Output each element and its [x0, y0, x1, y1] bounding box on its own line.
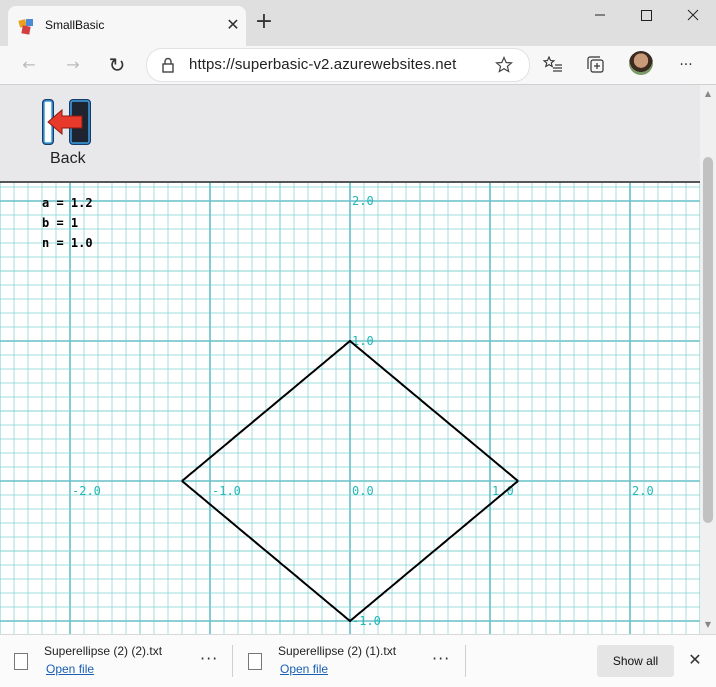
download-more-icon[interactable]: ···: [200, 649, 218, 668]
minimize-icon: [595, 14, 605, 16]
variable-line: a = 1.2: [42, 196, 93, 210]
download-more-icon[interactable]: ···: [432, 649, 450, 668]
browser-tab[interactable]: SmallBasic ✕: [8, 6, 246, 46]
app-toolbar: Back: [0, 85, 700, 183]
close-icon: [687, 9, 699, 21]
download-item[interactable]: Superellipse (2) (1).txt Open file ···: [234, 635, 464, 687]
divider: [232, 645, 233, 677]
download-file-name: Superellipse (2) (1).txt: [278, 644, 397, 658]
x-axis-label: -1.0: [212, 484, 241, 498]
new-tab-button[interactable]: +: [253, 11, 275, 34]
back-arrow-icon: [42, 99, 91, 145]
url-text[interactable]: https://superbasic-v2.azurewebsites.net: [189, 56, 456, 73]
tab-close-icon[interactable]: ✕: [224, 16, 242, 34]
x-axis-label: 2.0: [632, 484, 654, 498]
back-label: Back: [50, 150, 86, 167]
variable-readout: a = 1.2 b = 1 n = 1.0: [42, 196, 93, 250]
address-bar[interactable]: https://superbasic-v2.azurewebsites.net: [146, 48, 530, 82]
favorites-list-icon[interactable]: [543, 55, 563, 75]
show-all-button[interactable]: Show all: [597, 645, 674, 677]
graph-canvas: -2.0 -1.0 0.0 1.0 2.0 2.01.0-1.0 a = 1.2b = …: [0, 183, 700, 634]
file-icon: [248, 653, 262, 670]
lock-icon: [162, 57, 174, 73]
collections-icon[interactable]: [586, 55, 606, 75]
download-item[interactable]: Superellipse (2) (2).txt Open file ···: [0, 635, 230, 687]
file-icon: [14, 653, 28, 670]
maximize-icon: [641, 10, 652, 21]
refresh-icon[interactable]: ↻: [104, 52, 130, 78]
grid-lines: [0, 183, 700, 634]
scroll-thumb[interactable]: [703, 157, 713, 523]
close-window-button[interactable]: [670, 0, 716, 30]
navigation-bar: ← → ↻ https://superbasic-v2.azurewebsite…: [0, 46, 716, 85]
settings-more-icon[interactable]: ···: [673, 52, 699, 78]
page-scrollbar[interactable]: ▲ ▼: [700, 85, 716, 634]
divider: [465, 645, 466, 677]
close-downloads-icon[interactable]: ✕: [684, 649, 706, 671]
open-file-link[interactable]: Open file: [280, 662, 328, 676]
tab-title: SmallBasic: [45, 18, 105, 32]
y-axis-label: 2.0: [352, 194, 374, 208]
forward-nav-icon[interactable]: →: [60, 52, 86, 78]
favorite-star-icon[interactable]: [495, 56, 513, 74]
profile-avatar[interactable]: [629, 51, 653, 75]
smallbasic-logo-icon: [18, 19, 33, 35]
minimize-button[interactable]: [577, 0, 623, 30]
scroll-down-icon[interactable]: ▼: [700, 618, 716, 632]
x-axis-labels: -2.0 -1.0 0.0 1.0 2.0: [72, 484, 654, 498]
back-nav-icon[interactable]: ←: [16, 52, 42, 78]
x-axis-label: 0.0: [352, 484, 374, 498]
x-axis-label: -2.0: [72, 484, 101, 498]
back-button[interactable]: Back: [40, 99, 96, 169]
maximize-button[interactable]: [623, 0, 669, 30]
scroll-up-icon[interactable]: ▲: [700, 87, 716, 101]
variable-line: n = 1.0: [42, 236, 93, 250]
open-file-link[interactable]: Open file: [46, 662, 94, 676]
variable-line: b = 1: [42, 216, 78, 230]
title-bar: SmallBasic ✕ +: [0, 0, 716, 46]
page-content: Back -2.0 -1.0 0.0 1.0 2.0 2.0 1.0 -1.0 a = 1.…: [0, 85, 700, 634]
download-file-name: Superellipse (2) (2).txt: [44, 644, 163, 658]
downloads-bar: Superellipse (2) (2).txt Open file ··· S…: [0, 634, 716, 687]
